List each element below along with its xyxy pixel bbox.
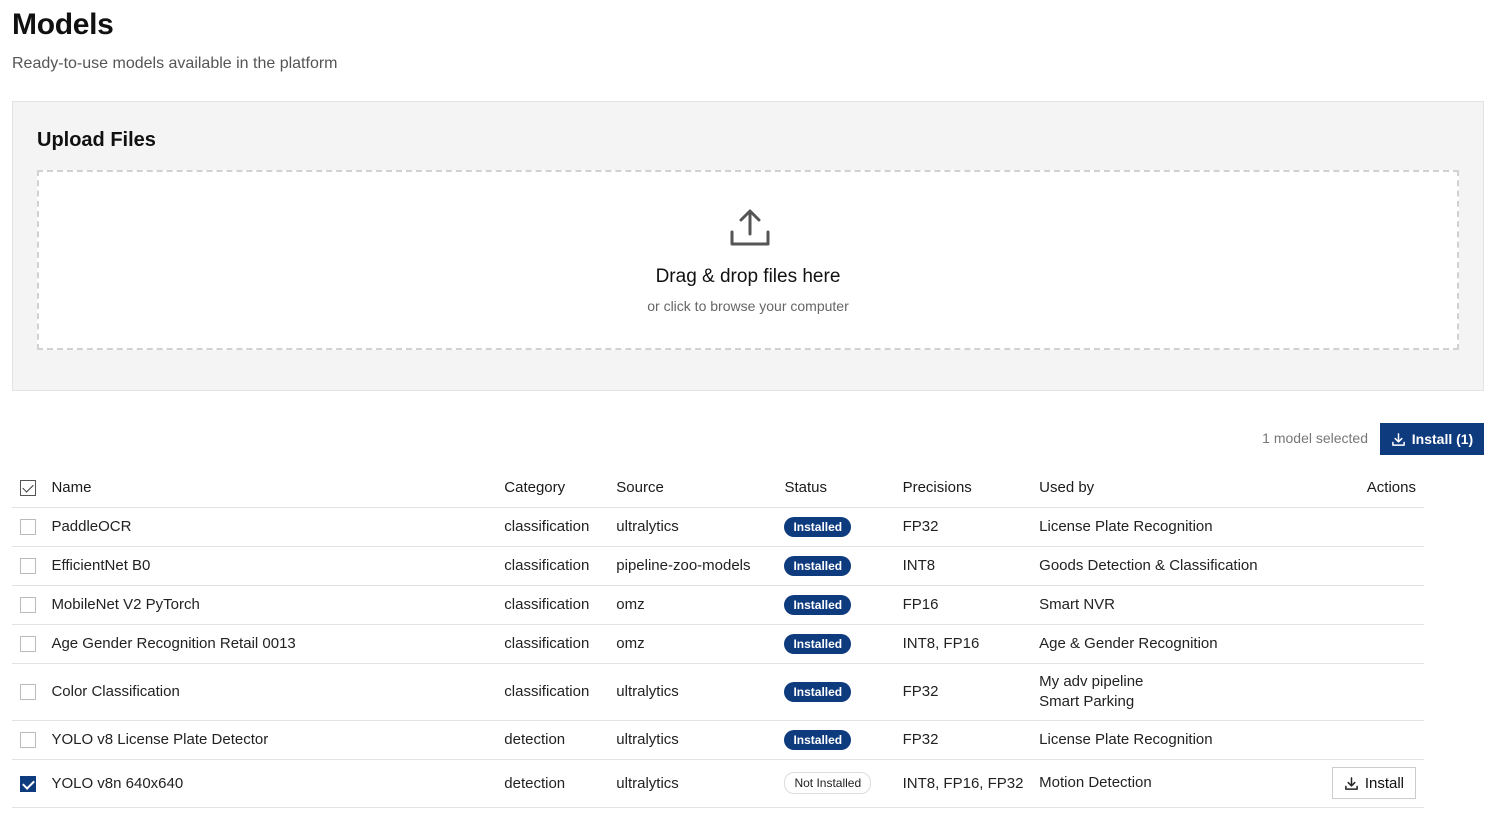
dropzone-hint: or click to browse your computer: [647, 298, 849, 314]
model-precisions: FP32: [902, 663, 1040, 721]
column-header-name[interactable]: Name: [51, 468, 505, 508]
table-header-row: Name Category Source Status Precisions U…: [12, 468, 1424, 508]
column-header-source[interactable]: Source: [616, 468, 785, 508]
model-category: classification: [504, 585, 617, 625]
model-name: PaddleOCR: [51, 507, 505, 547]
row-checkbox[interactable]: [20, 519, 36, 536]
row-install-label: Install: [1364, 774, 1404, 792]
model-category: detection: [504, 759, 617, 808]
used-by-pipeline: Motion Detection: [1039, 774, 1152, 791]
model-precisions: INT8, FP16, FP32: [902, 759, 1040, 808]
table-row[interactable]: Age Gender Recognition Retail 0013 class…: [12, 624, 1424, 664]
row-checkbox[interactable]: [20, 684, 36, 701]
column-header-used-by[interactable]: Used by: [1039, 468, 1332, 508]
table-row[interactable]: Color Classification classification ultr…: [12, 663, 1424, 721]
status-badge: Installed: [784, 555, 852, 576]
model-precisions: FP32: [902, 720, 1040, 760]
dropzone-title: Drag & drop files here: [655, 266, 841, 287]
row-checkbox[interactable]: [20, 597, 36, 614]
model-name: Age Gender Recognition Retail 0013: [51, 624, 505, 664]
used-by-pipeline: Smart NVR: [1039, 595, 1115, 613]
table-row[interactable]: PaddleOCR classification ultralytics Ins…: [12, 507, 1424, 547]
used-by-pipeline: Smart Parking: [1039, 692, 1135, 710]
table-row[interactable]: EfficientNet B0 classification pipeline-…: [12, 546, 1424, 586]
status-badge: Installed: [784, 633, 852, 654]
upload-title: Upload Files: [37, 129, 156, 151]
model-precisions: FP16: [902, 585, 1040, 625]
model-name: EfficientNet B0: [51, 546, 505, 586]
install-selected-button[interactable]: Install (1): [1380, 423, 1484, 455]
row-checkbox[interactable]: [20, 558, 36, 575]
model-name: YOLO v8 License Plate Detector: [51, 720, 505, 760]
column-header-actions: Actions: [1331, 468, 1424, 508]
model-category: classification: [504, 624, 617, 664]
selection-count: 1 model selected: [1262, 430, 1368, 446]
row-checkbox[interactable]: [20, 732, 36, 749]
model-source: omz: [616, 624, 785, 664]
used-by-pipeline: License Plate Recognition: [1039, 730, 1213, 748]
download-icon: [1344, 776, 1358, 790]
row-checkbox[interactable]: [20, 775, 36, 792]
model-category: classification: [504, 507, 617, 547]
install-selected-label: Install (1): [1411, 431, 1474, 447]
used-by-pipeline: My adv pipeline: [1039, 672, 1144, 690]
model-category: classification: [504, 546, 617, 586]
model-name: YOLO v8n 640x640: [51, 759, 505, 808]
used-by-pipeline: License Plate Recognition: [1039, 517, 1213, 535]
file-dropzone[interactable]: Drag & drop files here or click to brows…: [37, 170, 1459, 350]
upload-icon: [730, 209, 770, 246]
used-by-pipeline: Age & Gender Recognition: [1039, 634, 1218, 652]
upload-panel: Upload Files Drag & drop files here or c…: [12, 101, 1484, 391]
row-install-button[interactable]: Install: [1331, 767, 1416, 799]
page-title: Models: [12, 8, 114, 41]
status-badge: Installed: [784, 729, 852, 750]
status-badge: Installed: [784, 594, 852, 615]
model-category: classification: [504, 663, 617, 721]
select-all-cell: [12, 468, 52, 508]
model-source: pipeline-zoo-models: [616, 546, 785, 586]
status-badge: Not Installed: [784, 772, 872, 794]
table-row[interactable]: YOLO v8 License Plate Detector detection…: [12, 720, 1424, 760]
model-source: omz: [616, 585, 785, 625]
models-table: Name Category Source Status Precisions U…: [12, 468, 1424, 808]
model-name: MobileNet V2 PyTorch: [51, 585, 505, 625]
model-source: ultralytics: [616, 759, 785, 808]
select-all-checkbox[interactable]: [20, 479, 36, 496]
column-header-precisions[interactable]: Precisions: [902, 468, 1040, 508]
used-by-pipeline: Goods Detection & Classification: [1039, 556, 1258, 574]
model-source: ultralytics: [616, 507, 785, 547]
status-badge: Installed: [784, 516, 852, 537]
model-precisions: INT8, FP16: [902, 624, 1040, 664]
model-precisions: INT8: [902, 546, 1040, 586]
status-badge: Installed: [784, 681, 852, 702]
model-precisions: FP32: [902, 507, 1040, 547]
model-name: Color Classification: [51, 663, 505, 721]
table-row[interactable]: MobileNet V2 PyTorch classification omz …: [12, 585, 1424, 625]
row-checkbox[interactable]: [20, 636, 36, 653]
column-header-category[interactable]: Category: [504, 468, 617, 508]
table-row[interactable]: YOLO v8n 640x640 detection ultralytics N…: [12, 759, 1424, 808]
column-header-status[interactable]: Status: [784, 468, 903, 508]
model-source: ultralytics: [616, 663, 785, 721]
model-category: detection: [504, 720, 617, 760]
page-subtitle: Ready-to-use models available in the pla…: [12, 55, 338, 72]
model-source: ultralytics: [616, 720, 785, 760]
download-icon: [1391, 432, 1405, 446]
